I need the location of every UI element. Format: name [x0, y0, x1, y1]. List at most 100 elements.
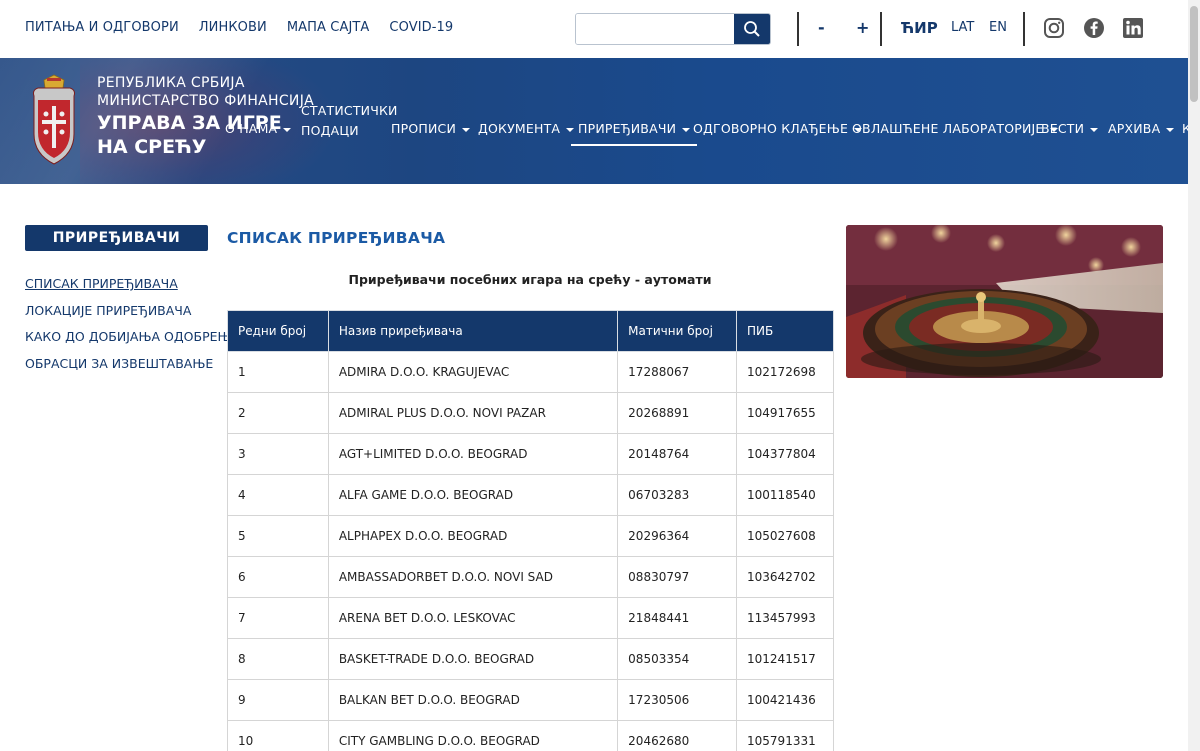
nav-news[interactable]: ВЕСТИ — [1041, 121, 1099, 136]
page-scrollbar[interactable] — [1188, 0, 1200, 751]
cell-registration-number: 20296364 — [617, 515, 738, 557]
coat-of-arms-logo[interactable] — [30, 74, 78, 166]
sidebar-title: ПРИРЕЂИВАЧИ — [25, 225, 208, 251]
casino-roulette-image — [846, 225, 1163, 378]
table-row: 2 ADMIRAL PLUS D.O.O. NOVI PAZAR 20268891 1… — [227, 392, 834, 434]
column-header-number: Редни број — [227, 310, 329, 352]
search-icon — [744, 21, 760, 37]
table-row: 6 AMBASSADORBET D.O.O. NOVI SAD 08830797 10… — [227, 556, 834, 598]
nav-about-label: О НАМА — [225, 121, 278, 136]
cell-number: 5 — [227, 515, 329, 557]
chevron-down-icon — [462, 127, 471, 132]
font-increase-button[interactable]: + — [856, 18, 869, 37]
cell-tax-id: 100118540 — [736, 474, 834, 516]
nav-documents-label: ДОКУМЕНТА — [478, 121, 561, 136]
lang-english[interactable]: EN — [989, 20, 1007, 35]
cell-number: 4 — [227, 474, 329, 516]
cell-registration-number: 21848441 — [617, 597, 738, 639]
cell-registration-number: 20462680 — [617, 720, 738, 751]
cell-name: CITY GAMBLING D.O.O. BEOGRAD — [327, 720, 619, 751]
cell-name: AMBASSADORBET D.O.O. NOVI SAD — [327, 556, 619, 598]
cell-registration-number: 17288067 — [617, 351, 738, 393]
search-button[interactable] — [734, 14, 770, 44]
top-link-faq[interactable]: ПИТАЊА И ОДГОВОРИ — [25, 20, 179, 35]
cell-registration-number: 08830797 — [617, 556, 738, 598]
cell-number: 10 — [227, 720, 329, 751]
cell-registration-number: 08503354 — [617, 638, 738, 680]
nav-responsible-gambling[interactable]: ОДГОВОРНО КЛАЂЕЊЕ — [693, 121, 863, 136]
search-input[interactable] — [576, 14, 734, 44]
facebook-icon[interactable] — [1083, 17, 1105, 39]
cell-number: 6 — [227, 556, 329, 598]
cell-name: ARENA BET D.O.O. LESKOVAC — [327, 597, 619, 639]
table-row: 5 ALPHAPEX D.O.O. BEOGRAD 20296364 10502760… — [227, 515, 834, 557]
sidebar-item-organizers-list[interactable]: СПИСАК ПРИРЕЂИВАЧА — [25, 276, 239, 303]
sidebar-item-reporting-forms[interactable]: ОБРАСЦИ ЗА ИЗВЕШТАВАЊЕ — [25, 356, 239, 383]
cell-registration-number: 20148764 — [617, 433, 738, 475]
lang-latin[interactable]: LAT — [951, 20, 974, 35]
cell-name: BALKAN BET D.O.O. BEOGRAD — [327, 679, 619, 721]
cell-tax-id: 104377804 — [736, 433, 834, 475]
toolbar-divider — [797, 12, 799, 46]
cell-tax-id: 102172698 — [736, 351, 834, 393]
top-link-links[interactable]: ЛИНКОВИ — [199, 20, 267, 35]
cell-number: 9 — [227, 679, 329, 721]
cell-name: AGT+LIMITED D.O.O. BEOGRAD — [327, 433, 619, 475]
cell-name: BASKET-TRADE D.O.O. BEOGRAD — [327, 638, 619, 680]
table-row: 10 CITY GAMBLING D.O.O. BEOGRAD 20462680 10… — [227, 720, 834, 751]
cell-number: 2 — [227, 392, 329, 434]
cell-registration-number: 20268891 — [617, 392, 738, 434]
page-title: СПИСАК ПРИРЕЂИВАЧА — [227, 229, 446, 247]
nav-regulations-label: ПРОПИСИ — [391, 121, 457, 136]
font-decrease-button[interactable]: - — [818, 18, 825, 37]
table-row: 7 ARENA BET D.O.O. LESKOVAC 21848441 113457… — [227, 597, 834, 639]
sidebar-menu: СПИСАК ПРИРЕЂИВАЧА ЛОКАЦИЈЕ ПРИРЕЂИВАЧА … — [25, 276, 239, 383]
top-link-sitemap[interactable]: МАПА САЈТА — [287, 20, 370, 35]
toolbar-divider — [1023, 12, 1025, 46]
nav-documents[interactable]: ДОКУМЕНТА — [478, 121, 575, 136]
table-row: 3 AGT+LIMITED D.O.O. BEOGRAD 20148764 10437… — [227, 433, 834, 475]
top-link-covid[interactable]: COVID-19 — [389, 20, 453, 35]
nav-authorized-labs[interactable]: ОВЛАШЋЕНЕ ЛАБОРАТОРИЈЕ — [852, 121, 1058, 136]
cell-name: ADMIRAL PLUS D.O.O. NOVI PAZAR — [327, 392, 619, 434]
sidebar-item-how-to-get-approval[interactable]: КАКО ДО ДОБИЈАЊА ОДОБРЕЊА — [25, 329, 239, 356]
nav-authorized-labs-label: ОВЛАШЋЕНЕ ЛАБОРАТОРИЈЕ — [852, 121, 1044, 136]
scrollbar-thumb[interactable] — [1190, 6, 1198, 102]
sidebar-item-organizer-locations[interactable]: ЛОКАЦИЈЕ ПРИРЕЂИВАЧА — [25, 303, 239, 330]
nav-responsible-gambling-label: ОДГОВОРНО КЛАЂЕЊЕ — [693, 121, 849, 136]
cell-number: 3 — [227, 433, 329, 475]
cell-tax-id: 105027608 — [736, 515, 834, 557]
cell-tax-id: 104917655 — [736, 392, 834, 434]
table-row: 8 BASKET-TRADE D.O.O. BEOGRAD 08503354 1012… — [227, 638, 834, 680]
column-header-name: Назив приређивача — [327, 310, 619, 352]
lang-cyrillic[interactable]: ЋИР — [901, 19, 938, 37]
cell-tax-id: 105791331 — [736, 720, 834, 751]
chevron-down-icon — [1166, 127, 1175, 132]
column-header-registration-number: Матични број — [617, 310, 738, 352]
chevron-down-icon — [682, 127, 691, 132]
top-links: ПИТАЊА И ОДГОВОРИ ЛИНКОВИ МАПА САЈТА COV… — [25, 20, 453, 35]
organization-name[interactable]: РЕПУБЛИКА СРБИЈА МИНИСТАРСТВО ФИНАНСИЈА … — [97, 74, 314, 159]
nav-archive[interactable]: АРХИВА — [1108, 121, 1175, 136]
nav-statistics[interactable]: СТАТИСТИЧКИ ПОДАЦИ — [301, 101, 397, 141]
org-line-republic: РЕПУБЛИКА СРБИЈА — [97, 75, 245, 91]
cell-registration-number: 06703283 — [617, 474, 738, 516]
table-caption: Приређивачи посебних игара на срећу - ау… — [348, 272, 712, 287]
cell-tax-id: 100421436 — [736, 679, 834, 721]
nav-archive-label: АРХИВА — [1108, 121, 1161, 136]
nav-organizers-label: ПРИРЕЂИВАЧИ — [578, 121, 677, 136]
column-header-tax-id: ПИБ — [736, 310, 834, 352]
cell-tax-id: 103642702 — [736, 556, 834, 598]
top-utility-bar: ПИТАЊА И ОДГОВОРИ ЛИНКОВИ МАПА САЈТА COV… — [0, 0, 1188, 58]
nav-about[interactable]: О НАМА — [225, 121, 292, 136]
nav-news-label: ВЕСТИ — [1041, 121, 1085, 136]
chevron-down-icon — [283, 127, 292, 132]
linkedin-icon[interactable] — [1122, 17, 1144, 39]
nav-regulations[interactable]: ПРОПИСИ — [391, 121, 471, 136]
cell-tax-id: 113457993 — [736, 597, 834, 639]
instagram-icon[interactable] — [1043, 17, 1065, 39]
table-row: 4 ALFA GAME D.O.O. BEOGRAD 06703283 1001185… — [227, 474, 834, 516]
cell-name: ADMIRA D.O.O. KRAGUJEVAC — [327, 351, 619, 393]
nav-organizers[interactable]: ПРИРЕЂИВАЧИ — [571, 121, 698, 146]
cell-number: 7 — [227, 597, 329, 639]
